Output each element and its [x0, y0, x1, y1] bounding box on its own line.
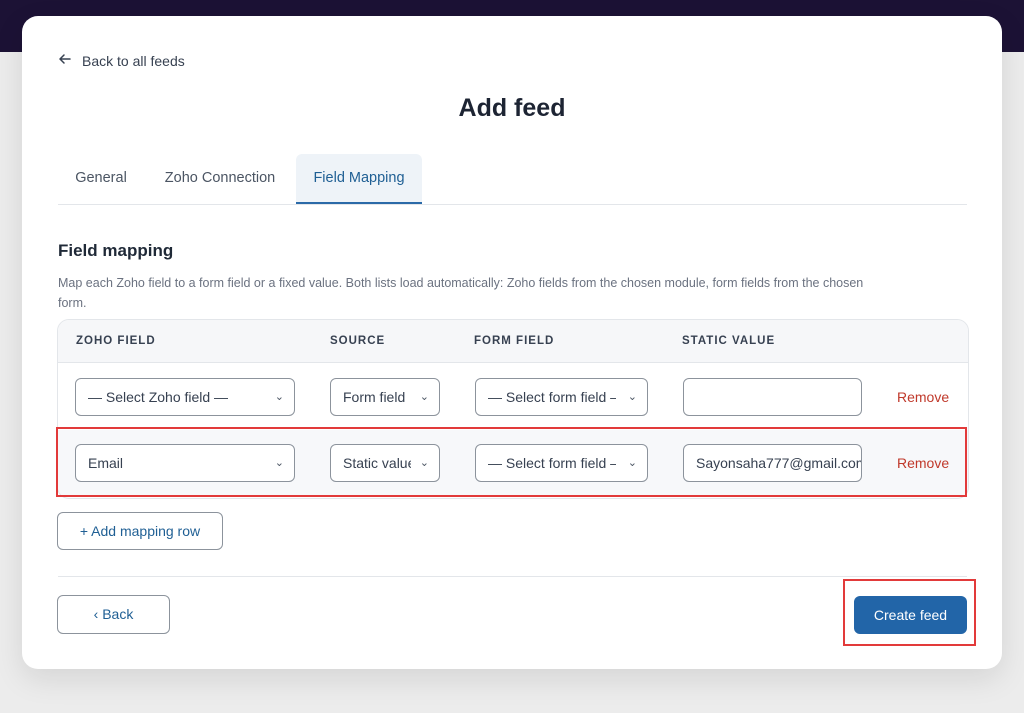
zoho-field-value: — Select Zoho field — — [88, 389, 229, 405]
source-value: Form field — [343, 389, 406, 405]
zoho-field-select[interactable]: — Select Zoho field — ⌄ — [75, 378, 295, 416]
tab-zoho-connection[interactable]: Zoho Connection — [152, 154, 288, 202]
table-header: ZOHO FIELD SOURCE FORM FIELD STATIC VALU… — [58, 320, 968, 363]
column-header: SOURCE — [330, 335, 386, 347]
tab-field-mapping[interactable]: Field Mapping — [296, 154, 422, 204]
add-feed-card: Back to all feeds Add feed General Zoho … — [22, 16, 1002, 669]
form-field-value: — Select form field — — [488, 389, 616, 405]
button-highlight-box — [843, 579, 976, 646]
chevron-down-icon: ⌄ — [274, 391, 284, 403]
row-highlight-box — [56, 427, 967, 497]
source-select[interactable]: Form field ⌄ — [330, 378, 440, 416]
section-title: Field mapping — [58, 241, 174, 260]
form-field-select[interactable]: — Select form field — ⌄ — [475, 378, 648, 416]
divider — [58, 576, 967, 577]
tab-bar: General Zoho Connection Field Mapping — [58, 154, 967, 205]
section-description: Map each Zoho field to a form field or a… — [58, 276, 864, 310]
remove-row-button[interactable]: Remove — [897, 389, 949, 405]
back-to-feeds-link[interactable]: Back to all feeds — [58, 52, 185, 69]
tab-general[interactable]: General — [58, 154, 144, 202]
add-mapping-row-button[interactable]: + Add mapping row — [57, 512, 223, 550]
arrow-left-icon — [58, 52, 74, 69]
chevron-down-icon: ⌄ — [419, 391, 429, 403]
column-header: ZOHO FIELD — [76, 335, 156, 347]
page-title: Add feed — [458, 94, 566, 122]
column-header: FORM FIELD — [474, 335, 555, 347]
back-button[interactable]: ‹ Back — [57, 595, 170, 634]
table-row: — Select Zoho field — ⌄ Form field ⌄ — S… — [58, 363, 968, 429]
chevron-down-icon: ⌄ — [627, 391, 637, 403]
column-header: STATIC VALUE — [682, 335, 776, 347]
back-link-label: Back to all feeds — [82, 52, 185, 69]
static-value-input[interactable] — [683, 378, 862, 416]
